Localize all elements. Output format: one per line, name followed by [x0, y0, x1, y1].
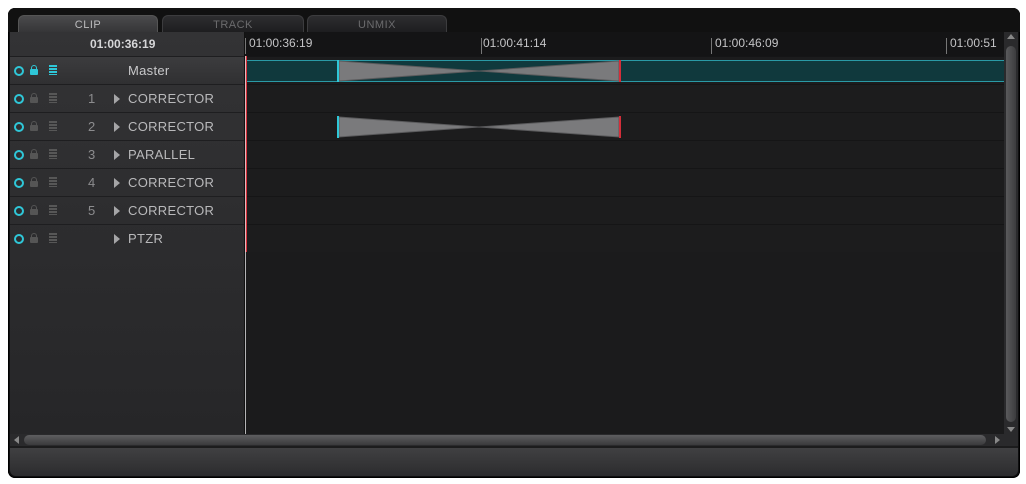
track-row-3[interactable]: 3 PARALLEL — [10, 140, 244, 168]
bars-icon[interactable] — [49, 205, 57, 215]
circle-icon[interactable] — [14, 234, 24, 244]
track-name: CORRECTOR — [128, 203, 215, 218]
lane-ptzr[interactable] — [245, 224, 1004, 252]
lock-icon[interactable] — [30, 121, 38, 131]
tab-bar: CLIP TRACK UNMIX — [8, 8, 1020, 34]
ruler-tick — [946, 38, 947, 54]
circle-icon[interactable] — [14, 66, 24, 76]
scroll-down-icon[interactable] — [1007, 427, 1015, 432]
current-timecode: 01:00:36:19 — [90, 37, 156, 51]
track-number: 2 — [88, 119, 96, 134]
lane-3[interactable] — [245, 140, 1004, 168]
ruler-label: 01:00:51 — [950, 36, 997, 50]
ruler-tick — [711, 38, 712, 54]
circle-icon[interactable] — [14, 150, 24, 160]
ruler-label: 01:00:46:09 — [715, 36, 779, 50]
lock-icon[interactable] — [30, 93, 38, 103]
vertical-scrollbar[interactable] — [1004, 32, 1018, 434]
timeline-content: 01:00:36:19 Master 1 CORRECTOR 2 CORRECT… — [10, 32, 1018, 462]
scroll-up-icon[interactable] — [1007, 34, 1015, 39]
track-number: 1 — [88, 91, 96, 106]
vertical-scroll-thumb[interactable] — [1006, 46, 1016, 422]
track-row-1[interactable]: 1 CORRECTOR — [10, 84, 244, 112]
track-header-column: 01:00:36:19 Master 1 CORRECTOR 2 CORRECT… — [10, 32, 245, 434]
play-arrow-icon[interactable] — [114, 94, 120, 104]
track-row-5[interactable]: 5 CORRECTOR — [10, 196, 244, 224]
time-ruler[interactable]: 01:00:36:19 01:00:41:14 01:00:46:09 01:0… — [245, 32, 1004, 56]
track-2-crossfade[interactable] — [337, 116, 621, 138]
track-name: PARALLEL — [128, 147, 196, 162]
track-number: 4 — [88, 175, 96, 190]
track-number: 5 — [88, 203, 96, 218]
play-arrow-icon[interactable] — [114, 122, 120, 132]
bars-icon[interactable] — [49, 149, 57, 159]
ruler-label: 01:00:41:14 — [483, 36, 547, 50]
timeline-cursor — [245, 56, 246, 434]
ruler-tick — [245, 38, 246, 54]
track-name: CORRECTOR — [128, 91, 215, 106]
track-name: Master — [128, 63, 170, 78]
track-row-4[interactable]: 4 CORRECTOR — [10, 168, 244, 196]
track-row-ptzr[interactable]: PTZR — [10, 224, 244, 252]
play-arrow-icon[interactable] — [114, 178, 120, 188]
track-row-master[interactable]: Master — [10, 56, 244, 84]
bars-icon[interactable] — [49, 121, 57, 131]
track-number: 3 — [88, 147, 96, 162]
bars-icon[interactable] — [49, 177, 57, 187]
play-arrow-icon[interactable] — [114, 150, 120, 160]
circle-icon[interactable] — [14, 178, 24, 188]
circle-icon[interactable] — [14, 94, 24, 104]
lock-icon[interactable] — [30, 233, 38, 243]
track-name: CORRECTOR — [128, 175, 215, 190]
circle-icon[interactable] — [14, 206, 24, 216]
lane-1[interactable] — [245, 84, 1004, 112]
bars-icon[interactable] — [49, 233, 57, 243]
lock-icon[interactable] — [30, 205, 38, 215]
scroll-right-icon[interactable] — [995, 436, 1000, 444]
track-name: PTZR — [128, 231, 164, 246]
horizontal-scroll-thumb[interactable] — [24, 435, 986, 445]
timeline-panel: CLIP TRACK UNMIX 01:00:36:19 Master 1 CO… — [8, 8, 1020, 478]
scroll-left-icon[interactable] — [14, 436, 19, 444]
bars-icon[interactable] — [49, 93, 57, 103]
master-crossfade[interactable] — [337, 60, 621, 82]
footer-bar — [10, 448, 1018, 476]
lane-4[interactable] — [245, 168, 1004, 196]
horizontal-scrollbar[interactable] — [10, 434, 1018, 446]
lock-icon[interactable] — [30, 65, 38, 75]
ruler-label: 01:00:36:19 — [249, 36, 313, 50]
lane-5[interactable] — [245, 196, 1004, 224]
play-arrow-icon[interactable] — [114, 234, 120, 244]
ruler-tick — [481, 38, 482, 54]
lock-icon[interactable] — [30, 177, 38, 187]
bars-icon[interactable] — [49, 65, 57, 75]
play-arrow-icon[interactable] — [114, 206, 120, 216]
lock-icon[interactable] — [30, 149, 38, 159]
track-name: CORRECTOR — [128, 119, 215, 134]
timeline-area[interactable]: 01:00:36:19 01:00:41:14 01:00:46:09 01:0… — [245, 32, 1004, 434]
circle-icon[interactable] — [14, 122, 24, 132]
track-row-2[interactable]: 2 CORRECTOR — [10, 112, 244, 140]
